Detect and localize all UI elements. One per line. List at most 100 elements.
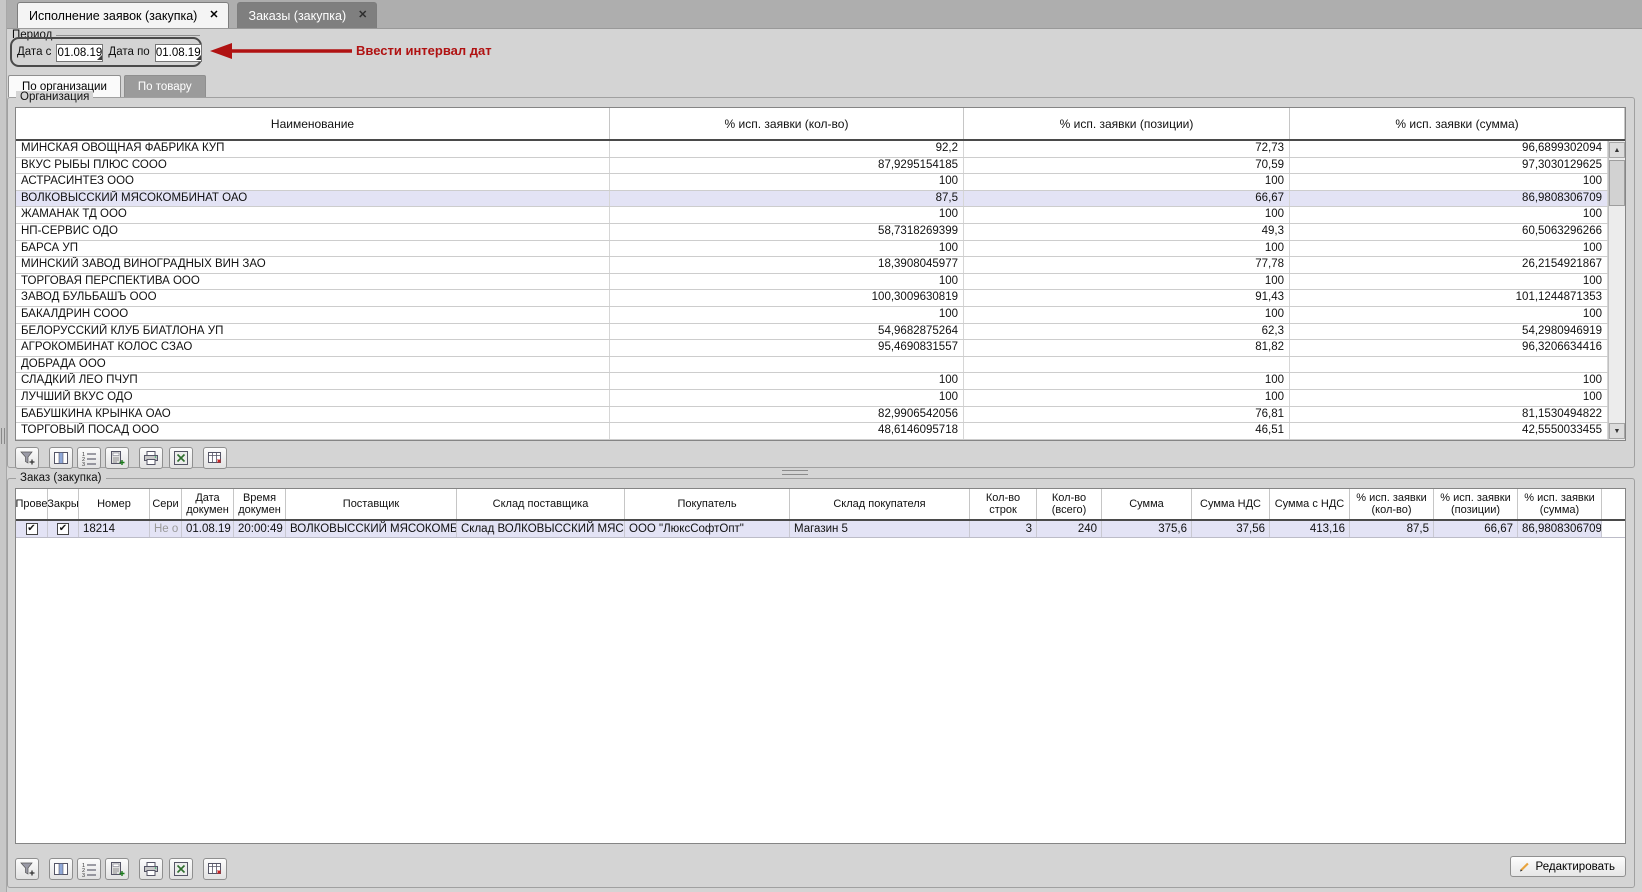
org-cell-sum: 100 [1290,207,1608,223]
date-from-wrap [56,43,103,62]
org-column-header-pos[interactable]: % исп. заявки (позиции) [964,108,1290,139]
org-column-header-qty[interactable]: % исп. заявки (кол-во) [610,108,964,139]
org-cell-name: БАКАЛДРИН СООО [16,307,610,323]
org-table-row[interactable]: БЕЛОРУССКИЙ КЛУБ БИАТЛОНА УП54,968287526… [16,324,1608,341]
left-splitter[interactable] [0,0,7,892]
grid-settings-icon [207,861,223,877]
order-column-header[interactable]: Сумма НДС [1192,489,1270,519]
org-column-header-name[interactable]: Наименование [16,108,610,139]
close-icon[interactable]: ✕ [209,10,218,21]
org-table-row[interactable]: НП-СЕРВИС ОДО58,731826939949,360,5063296… [16,224,1608,241]
order-column-header[interactable]: Кол-во строк [970,489,1037,519]
order-cell-buyer_warehouse: Магазин 5 [790,521,970,537]
org-table-row[interactable]: ВКУС РЫБЫ ПЛЮС СООО87,929515418570,5997,… [16,158,1608,175]
org-table-row[interactable]: БАКАЛДРИН СООО100100100 [16,307,1608,324]
org-cell-qty: 100 [610,373,964,389]
excel-export-button[interactable] [169,447,193,469]
org-column-header-sum[interactable]: % исп. заявки (сумма) [1290,108,1625,139]
excel-export-button[interactable] [169,858,193,880]
order-row-filler [1602,521,1625,537]
org-table-row[interactable]: ЖАМАНАК ТД ООО100100100 [16,207,1608,224]
print-button[interactable] [139,447,163,469]
column-view-button[interactable] [49,858,73,880]
org-cell-name: НП-СЕРВИС ОДО [16,224,610,240]
order-column-header[interactable]: Номер [79,489,150,519]
org-cell-pos: 91,43 [964,290,1290,306]
order-column-header[interactable]: Время докумен [234,489,286,519]
org-table-header: Наименование % исп. заявки (кол-во) % ис… [16,108,1625,141]
org-table-row[interactable]: БАБУШКИНА КРЫНКА ОАО82,990654205676,8181… [16,407,1608,424]
org-table-row[interactable]: БАРСА УП100100100 [16,241,1608,258]
grid-settings-button[interactable] [203,447,227,469]
org-table-row[interactable]: ЛУЧШИЙ ВКУС ОДО100100100 [16,390,1608,407]
org-cell-sum: 100 [1290,373,1608,389]
horizontal-splitter-grip[interactable] [782,470,808,475]
calculator-button[interactable] [105,858,129,880]
order-cell-buyer: ООО "ЛюксСофтОпт" [625,521,790,537]
org-cell-name: ТОРГОВЫЙ ПОСАД ООО [16,423,610,439]
org-cell-name: БАРСА УП [16,241,610,257]
org-cell-qty: 100 [610,241,964,257]
org-cell-sum: 100 [1290,274,1608,290]
order-column-header[interactable]: Закры [48,489,79,519]
tab-request-execution[interactable]: Исполнение заявок (закупка) ✕ [17,2,229,28]
tab-orders[interactable]: Заказы (закупка) ✕ [237,2,378,28]
down-arrow-icon: ▼ [1614,428,1621,435]
grid-settings-button[interactable] [203,858,227,880]
order-column-header[interactable]: Сумма [1102,489,1192,519]
org-cell-qty: 100 [610,274,964,290]
org-table-row[interactable]: ЗАВОД БУЛЬБАШЪ ООО100,300963081991,43101… [16,290,1608,307]
org-cell-pos: 100 [964,390,1290,406]
org-cell-pos: 46,51 [964,423,1290,439]
order-cell-qty_total: 240 [1037,521,1102,537]
org-table-row[interactable]: СЛАДКИЙ ЛЕО ПЧУП100100100 [16,373,1608,390]
order-column-header[interactable]: % исп. заявки (кол-во) [1350,489,1434,519]
left-splitter-grip[interactable] [1,428,5,444]
order-column-header[interactable]: Прове [16,489,48,519]
org-table-row[interactable]: АГРОКОМБИНАТ КОЛОС СЗАО95,469083155781,8… [16,340,1608,357]
org-table-row[interactable]: МИНСКАЯ ОВОЩНАЯ ФАБРИКА КУП92,272,7396,6… [16,141,1608,158]
checkbox-checked[interactable]: ✔ [26,523,38,535]
grid-settings-icon [207,450,223,466]
org-table-row[interactable]: МИНСКИЙ ЗАВОД ВИНОГРАДНЫХ ВИН ЗАО18,3908… [16,257,1608,274]
numbered-list-button[interactable]: 123 [77,447,101,469]
org-section-legend: Организация [16,91,93,104]
order-column-header[interactable]: Склад поставщика [457,489,625,519]
order-column-header[interactable]: Дата докумен [182,489,234,519]
checkbox-checked[interactable]: ✔ [57,523,69,535]
org-table-row[interactable]: ТОРГОВЫЙ ПОСАД ООО48,614609571846,5142,5… [16,423,1608,440]
date-to-label: Дата по [108,46,149,58]
org-cell-pos: 62,3 [964,324,1290,340]
close-icon[interactable]: ✕ [358,10,367,21]
filter-add-button[interactable] [15,858,39,880]
excel-export-icon [173,861,189,877]
org-table-row[interactable]: АСТРАСИНТЕЗ ООО100100100 [16,174,1608,191]
numbered-list-button[interactable]: 123 [77,858,101,880]
date-to-input[interactable] [155,44,202,62]
org-table-row[interactable]: ДОБРАДА ООО [16,357,1608,374]
order-column-header[interactable]: Склад покупателя [790,489,970,519]
tab-by-product[interactable]: По товару [124,75,206,97]
order-column-header[interactable]: % исп. заявки (сумма) [1518,489,1602,519]
order-column-header[interactable]: Поставщик [286,489,457,519]
filter-add-button[interactable] [15,447,39,469]
order-column-header[interactable]: Кол-во (всего) [1037,489,1102,519]
order-column-header[interactable]: Сумма с НДС [1270,489,1350,519]
scroll-up-button[interactable]: ▲ [1609,142,1625,158]
org-table-scrollbar[interactable]: ▲ ▼ [1608,141,1625,440]
scroll-thumb[interactable] [1609,160,1625,206]
tab-label: Заказы (закупка) [249,9,347,23]
order-column-header[interactable]: Покупатель [625,489,790,519]
column-view-button[interactable] [49,447,73,469]
org-table-row[interactable]: ВОЛКОВЫССКИЙ МЯСОКОМБИНАТ ОАО87,566,6786… [16,191,1608,208]
order-column-header[interactable]: % исп. заявки (позиции) [1434,489,1518,519]
org-table-row[interactable]: ТОРГОВАЯ ПЕРСПЕКТИВА ООО100100100 [16,274,1608,291]
calculator-button[interactable] [105,447,129,469]
org-cell-name: АГРОКОМБИНАТ КОЛОС СЗАО [16,340,610,356]
date-from-input[interactable] [56,44,103,62]
order-table-row[interactable]: ✔✔18214Не о01.08.1920:00:49ВОЛКОВЫССКИЙ … [16,521,1625,538]
print-button[interactable] [139,858,163,880]
edit-button[interactable]: Редактировать [1510,856,1626,877]
order-column-header[interactable]: Сери [150,489,182,519]
scroll-down-button[interactable]: ▼ [1609,423,1625,439]
